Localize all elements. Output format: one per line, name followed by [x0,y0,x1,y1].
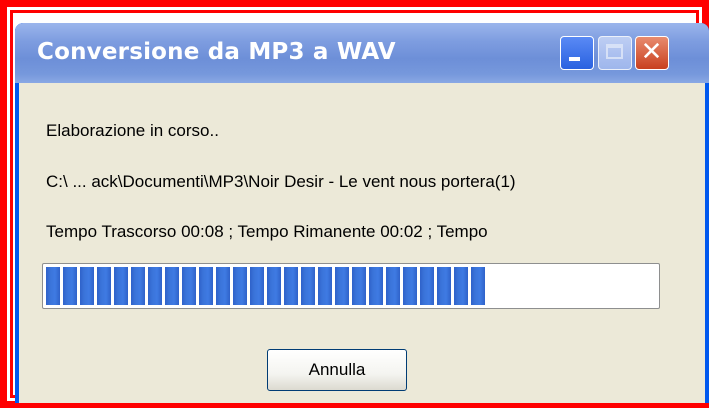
maximize-button [598,36,632,70]
cancel-button[interactable]: Annulla [267,349,407,391]
time-info-text: Tempo Trascorso 00:08 ; Tempo Rimanente … [46,222,488,241]
dialog-window: Conversione da MP3 a WAV ✕ Elaborazione … [15,23,709,403]
file-path-text: C:\ ... ack\Documenti\MP3\Noir Desir - L… [46,172,516,191]
status-text: Elaborazione in corso.. [46,121,219,140]
minimize-button[interactable] [560,36,594,70]
close-button[interactable]: ✕ [635,36,669,70]
title-bar[interactable]: Conversione da MP3 a WAV ✕ [15,23,709,83]
dialog-body: Elaborazione in corso.. C:\ ... ack\Docu… [19,83,705,403]
progress-bar [42,263,660,309]
close-icon: ✕ [640,37,663,67]
window-title: Conversione da MP3 a WAV [37,39,396,65]
minimize-icon [569,57,580,61]
progress-fill [46,267,485,305]
maximize-icon [606,44,623,59]
